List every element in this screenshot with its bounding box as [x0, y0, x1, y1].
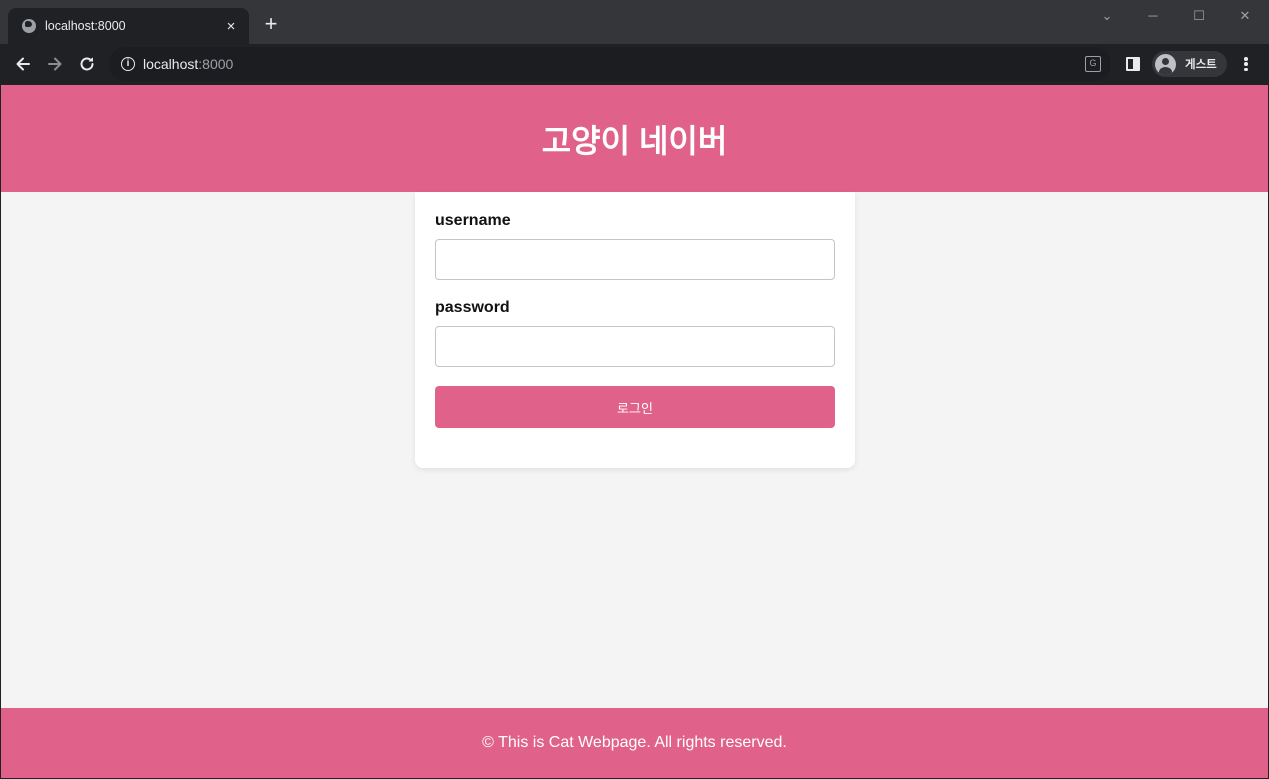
url-host: localhost	[143, 56, 199, 72]
username-input[interactable]	[435, 239, 835, 280]
login-form: username password 로그인	[415, 192, 855, 468]
page-viewport: 고양이 네이버 username password 로그인 © This is …	[1, 85, 1268, 778]
password-label: password	[435, 299, 510, 316]
address-bar[interactable]: i localhost :8000 G	[109, 47, 1111, 81]
browser-toolbar: i localhost :8000 G 게스트	[0, 44, 1269, 85]
login-button[interactable]: 로그인	[435, 386, 835, 428]
avatar-icon	[1155, 53, 1176, 75]
site-footer: © This is Cat Webpage. All rights reserv…	[1, 708, 1268, 778]
site-header: 고양이 네이버	[1, 85, 1268, 192]
maximize-icon[interactable]: ☐	[1189, 6, 1209, 26]
password-input[interactable]	[435, 326, 835, 367]
globe-icon	[22, 19, 36, 33]
back-arrow-icon[interactable]	[11, 52, 35, 76]
reload-icon[interactable]	[75, 52, 99, 76]
browser-tab[interactable]: localhost:8000 ×	[8, 8, 249, 44]
profile-button[interactable]: 게스트	[1152, 51, 1227, 77]
site-title: 고양이 네이버	[541, 122, 728, 159]
tab-search-chevron-icon[interactable]: ⌄	[1097, 6, 1117, 26]
url-port: :8000	[198, 56, 234, 72]
window-close-icon[interactable]: ✕	[1235, 6, 1255, 26]
new-tab-plus-icon[interactable]: +	[259, 12, 283, 36]
forward-arrow-icon[interactable]	[43, 52, 67, 76]
side-panel-icon[interactable]	[1126, 57, 1140, 71]
tab-title: localhost:8000	[45, 19, 126, 33]
footer-text: © This is Cat Webpage. All rights reserv…	[482, 734, 787, 751]
translate-icon[interactable]: G	[1085, 56, 1101, 72]
minimize-icon[interactable]: ─	[1143, 6, 1163, 26]
tab-strip: localhost:8000 × + ⌄ ─ ☐ ✕	[0, 0, 1269, 44]
info-icon[interactable]: i	[121, 57, 135, 71]
kebab-menu-icon[interactable]	[1238, 54, 1254, 74]
profile-name: 게스트	[1185, 59, 1217, 71]
tab-close-icon[interactable]: ×	[223, 18, 239, 35]
username-label: username	[435, 212, 511, 229]
